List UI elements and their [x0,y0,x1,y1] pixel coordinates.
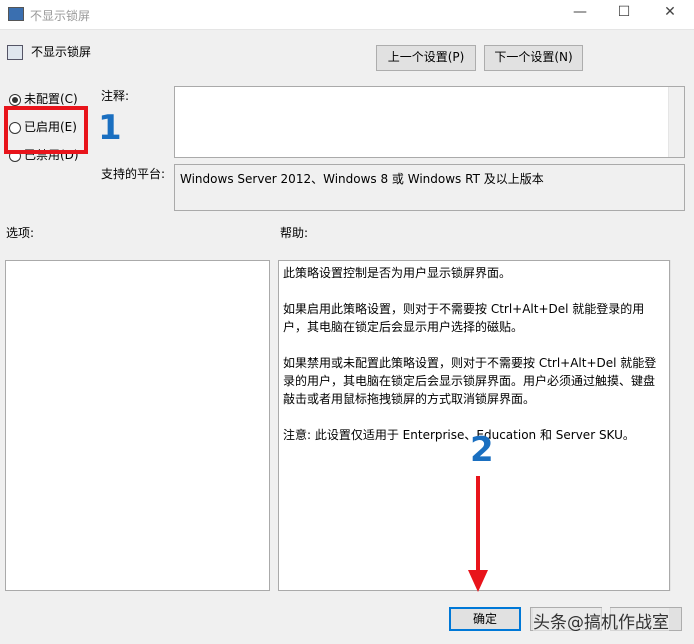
comment-textarea[interactable] [174,86,685,158]
options-panel [5,260,270,591]
help-text: 如果禁用或未配置此策略设置，则对于不需要按 Ctrl+Alt+Del 就能登录的… [283,356,657,406]
help-scrollbar[interactable] [670,260,686,591]
minimize-button[interactable]: — [570,4,590,24]
help-label: 帮助: [280,226,309,240]
comment-label: 注释: [101,89,130,103]
platform-label: 支持的平台: [101,167,166,181]
next-setting-button[interactable]: 下一个设置(N) [484,45,583,71]
policy-icon [7,45,23,60]
scrollbar[interactable] [668,87,684,157]
policy-title: 不显示锁屏 [31,45,92,59]
step-1-label: 1 [98,108,122,148]
help-text: 如果启用此策略设置，则对于不需要按 Ctrl+Alt+Del 就能登录的用户，其… [283,302,645,334]
arrow-shaft [476,476,480,572]
help-text: 此策略设置控制是否为用户显示锁屏界面。 [283,266,512,280]
highlight-box [4,106,88,154]
step-2-label: 2 [470,430,494,470]
watermark: 头条@搞机作战室 [533,608,669,633]
help-panel: 此策略设置控制是否为用户显示锁屏界面。 如果启用此策略设置，则对于不需要按 Ct… [278,260,670,591]
close-button[interactable]: ✕ [660,4,680,24]
radio-icon [9,93,21,106]
app-icon [8,7,24,21]
options-label: 选项: [6,226,35,240]
maximize-button[interactable]: ☐ [614,4,634,24]
arrow-head [468,570,488,592]
platform-value: Windows Server 2012、Windows 8 或 Windows … [180,172,544,186]
title-bar: 不显示锁屏 — ☐ ✕ [0,0,694,30]
radio-not-configured[interactable]: 未配置(C) [9,90,78,107]
ok-button[interactable]: 确定 [449,607,521,631]
prev-setting-button[interactable]: 上一个设置(P) [376,45,476,71]
window-title: 不显示锁屏 [30,9,91,23]
radio-label: 未配置(C) [24,92,78,106]
platform-field: Windows Server 2012、Windows 8 或 Windows … [174,164,685,211]
